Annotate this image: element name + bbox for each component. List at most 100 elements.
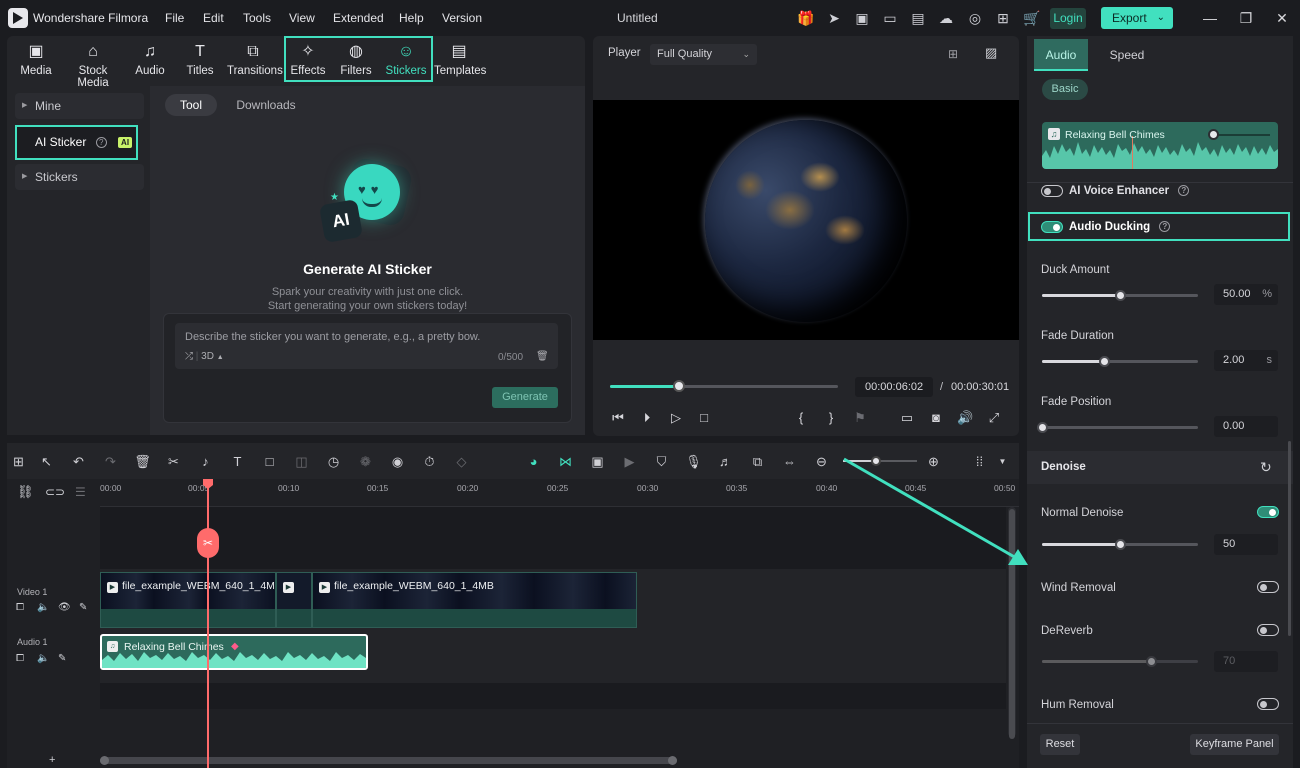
- stop-icon[interactable]: □: [696, 410, 712, 426]
- menu-file[interactable]: File: [165, 11, 184, 25]
- color-icon[interactable]: ❁: [357, 453, 374, 470]
- fade-duration-slider[interactable]: [1042, 356, 1198, 367]
- cloud-upload-icon[interactable]: ☁: [937, 9, 955, 27]
- scroll-handle-left[interactable]: [100, 756, 109, 765]
- sidebar-item-ai-sticker[interactable]: AI Sticker ? AI: [15, 125, 138, 160]
- cart-icon[interactable]: 🛒: [1023, 9, 1041, 27]
- fit-icon[interactable]: ⇔: [781, 453, 798, 470]
- tab-media[interactable]: ▣ Media: [13, 36, 59, 86]
- tab-downloads[interactable]: Downloads: [230, 94, 302, 116]
- chain-icon[interactable]: ⊂⊃: [45, 485, 65, 499]
- zoom-out-icon[interactable]: ⊖: [813, 453, 830, 470]
- duck-amount-input[interactable]: 50.00 %: [1214, 284, 1278, 305]
- keyframe-panel-button[interactable]: Keyframe Panel: [1190, 734, 1279, 755]
- tab-audio[interactable]: ♫ Audio: [131, 36, 169, 86]
- link-icon[interactable]: ⛓: [17, 484, 34, 500]
- menu-version[interactable]: Version: [442, 11, 482, 25]
- tab-templates[interactable]: ▤ Templates: [434, 36, 486, 86]
- menu-tools[interactable]: Tools: [243, 11, 271, 25]
- sidebar-item-stickers[interactable]: ▶ Stickers: [15, 164, 144, 190]
- grid-view-icon[interactable]: ⊞: [948, 47, 966, 61]
- generate-button[interactable]: Generate: [492, 387, 558, 408]
- add-track-icon[interactable]: +: [49, 754, 55, 766]
- replace-icon[interactable]: ⧉: [749, 453, 766, 470]
- delete-icon[interactable]: 🗑: [134, 453, 151, 470]
- timer-icon[interactable]: ⏱: [421, 453, 438, 470]
- minimize-icon[interactable]: —: [1201, 9, 1219, 27]
- tab-audio[interactable]: Audio: [1034, 39, 1088, 71]
- microphone-icon[interactable]: 🎙: [685, 453, 702, 470]
- video-clip[interactable]: ▶ file_example_WEBM_640_1_4MB: [312, 572, 637, 628]
- slider-handle[interactable]: [1115, 290, 1126, 301]
- audio-clip[interactable]: ♫ Relaxing Bell Chimes ◆: [100, 634, 368, 670]
- save-icon[interactable]: ▤: [909, 9, 927, 27]
- duck-amount-slider[interactable]: [1042, 290, 1198, 301]
- trash-icon[interactable]: 🗑: [536, 351, 549, 362]
- playhead-line[interactable]: [207, 479, 209, 768]
- video-preview[interactable]: [593, 100, 1019, 340]
- playhead-scissors-icon[interactable]: ✂: [197, 528, 219, 558]
- dereverb-input[interactable]: 70: [1214, 651, 1278, 672]
- crop-icon[interactable]: □: [261, 453, 278, 470]
- slider-handle[interactable]: [1037, 422, 1048, 433]
- scroll-handle-right[interactable]: [668, 756, 677, 765]
- menu-view[interactable]: View: [289, 11, 315, 25]
- headset-icon[interactable]: ◎: [966, 9, 984, 27]
- audio-edit-icon[interactable]: ♪: [197, 453, 214, 470]
- marker-flag-icon[interactable]: ⚑: [852, 410, 868, 426]
- mark-out-icon[interactable]: }: [823, 410, 839, 426]
- undo-icon[interactable]: ↶: [70, 453, 87, 470]
- render-icon[interactable]: ▶: [621, 453, 638, 470]
- empty-track[interactable]: [100, 683, 1006, 709]
- gift-icon[interactable]: 🎁: [797, 9, 815, 27]
- gallery-icon[interactable]: ▣: [853, 9, 871, 27]
- folder-lock-icon[interactable]: ⧠: [16, 653, 24, 664]
- hum-removal-toggle[interactable]: [1257, 698, 1279, 710]
- denoise-header[interactable]: Denoise ↻: [1027, 451, 1293, 484]
- snap-icon[interactable]: ⋈: [557, 453, 574, 470]
- snapshot-image-icon[interactable]: ▨: [985, 45, 1003, 61]
- scrubber-handle[interactable]: [672, 380, 685, 392]
- camera-icon[interactable]: ◙: [928, 410, 944, 426]
- menu-help[interactable]: Help: [399, 11, 424, 25]
- select-pointer-icon[interactable]: ↖: [38, 453, 55, 470]
- menu-extended[interactable]: Extended: [333, 11, 384, 25]
- help-icon[interactable]: ?: [95, 137, 107, 149]
- tab-filters[interactable]: ◍ Filters: [335, 36, 377, 86]
- dereverb-toggle[interactable]: [1257, 624, 1279, 636]
- normal-denoise-toggle[interactable]: [1257, 506, 1279, 518]
- tab-titles[interactable]: T Titles: [181, 36, 219, 86]
- eye-icon[interactable]: 👁: [58, 602, 71, 613]
- tab-basic[interactable]: Basic: [1042, 79, 1088, 100]
- scissors-icon[interactable]: ✂: [165, 453, 182, 470]
- video-clip[interactable]: ▶ file_example_WEBM_640_1_4MB: [100, 572, 276, 628]
- layout-grid-icon[interactable]: ⊞: [10, 453, 27, 470]
- ai-tools-icon[interactable]: ◉: [389, 453, 406, 470]
- mute-track-icon[interactable]: ✎: [79, 602, 87, 613]
- previous-frame-icon[interactable]: ⏮: [610, 410, 626, 426]
- step-forward-icon[interactable]: ⏵: [639, 410, 655, 426]
- close-icon[interactable]: ✕: [1273, 9, 1291, 27]
- music-list-icon[interactable]: ♬: [717, 453, 734, 470]
- horizontal-scrollbar[interactable]: [100, 756, 677, 765]
- display-icon[interactable]: ▭: [899, 410, 915, 426]
- mark-in-icon[interactable]: {: [793, 410, 809, 426]
- tab-speed[interactable]: Speed: [1101, 39, 1153, 71]
- fade-position-input[interactable]: 0.00: [1214, 416, 1278, 437]
- playback-scrubber[interactable]: [610, 380, 838, 392]
- menu-edit[interactable]: Edit: [203, 11, 224, 25]
- wind-removal-toggle[interactable]: [1257, 581, 1279, 593]
- volume-icon[interactable]: 🔈: [37, 653, 49, 664]
- maximize-icon[interactable]: ❐: [1237, 9, 1255, 27]
- audio-ducking-toggle[interactable]: [1041, 221, 1063, 233]
- fade-duration-input[interactable]: 2.00 s: [1214, 350, 1278, 371]
- clip-volume-handle[interactable]: [1208, 129, 1219, 140]
- tab-stock-media[interactable]: ⌂ Stock Media: [62, 36, 124, 89]
- grid-apps-icon[interactable]: ⊞: [994, 9, 1012, 27]
- ai-copilot-icon[interactable]: ▣: [589, 453, 606, 470]
- play-icon[interactable]: ▷: [668, 410, 684, 426]
- normal-denoise-slider[interactable]: [1042, 539, 1198, 550]
- sidebar-item-mine[interactable]: ▶ Mine: [15, 93, 144, 119]
- send-icon[interactable]: ➤: [825, 9, 843, 27]
- ai-voice-enhancer-toggle[interactable]: [1041, 185, 1063, 197]
